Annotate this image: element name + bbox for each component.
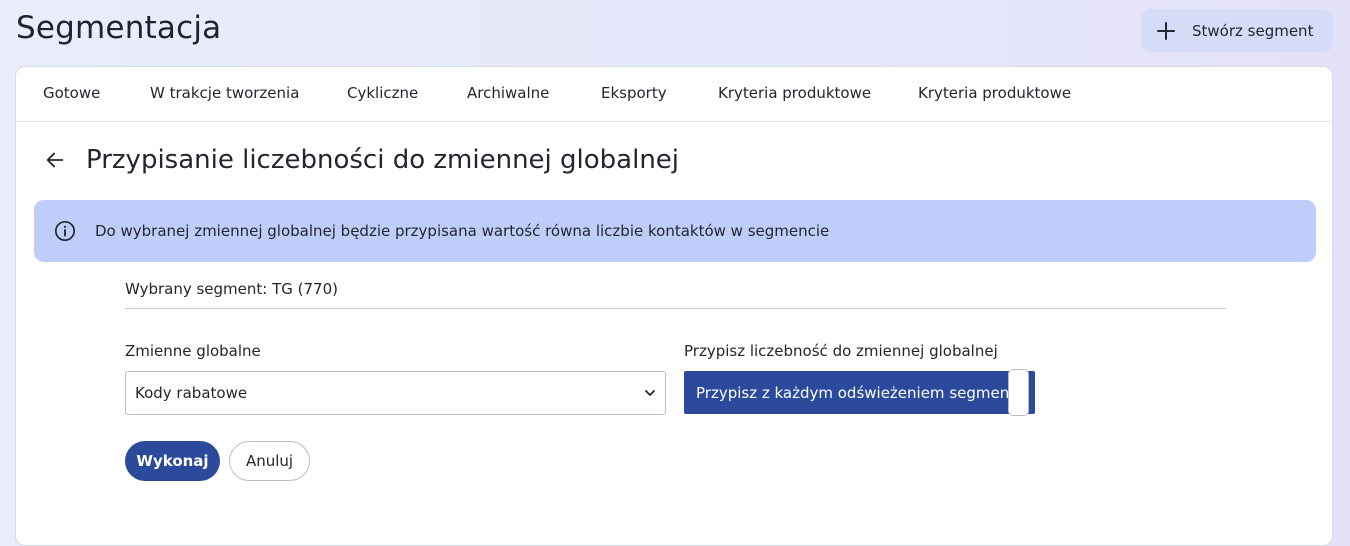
- assign-option-label: Przypisz z każdym odświeżeniem segmentu: [696, 383, 1025, 402]
- tab-kryteria-produktowe-1[interactable]: Kryteria produktowe: [718, 84, 871, 102]
- create-segment-label: Stwórz segment: [1192, 21, 1314, 40]
- tab-eksporty[interactable]: Eksporty: [601, 84, 667, 102]
- global-vars-value: Kody rabatowe: [135, 384, 248, 402]
- info-banner: Do wybranej zmiennej globalnej będzie pr…: [34, 200, 1316, 262]
- main-card: Gotowe W trakcje tworzenia Cykliczne Arc…: [15, 66, 1333, 546]
- info-text: Do wybranej zmiennej globalnej będzie pr…: [95, 222, 830, 240]
- assign-toggle-wrap: Przypisz z każdym odświeżeniem segmentu: [684, 369, 1044, 419]
- assign-label: Przypisz liczebność do zmiennej globalne…: [684, 342, 998, 360]
- tab-gotowe[interactable]: Gotowe: [43, 84, 100, 102]
- tab-kryteria-produktowe-2[interactable]: Kryteria produktowe: [918, 84, 1071, 102]
- toggle-knob[interactable]: [1008, 369, 1029, 416]
- tab-cykliczne[interactable]: Cykliczne: [347, 84, 418, 102]
- page-title: Segmentacja: [16, 10, 222, 46]
- tab-archiwalne[interactable]: Archiwalne: [467, 84, 549, 102]
- info-icon: [55, 221, 75, 241]
- divider: [125, 308, 1226, 309]
- section-header: Przypisanie liczebności do zmiennej glob…: [44, 145, 679, 175]
- assign-toggle[interactable]: Przypisz z każdym odświeżeniem segmentu: [684, 371, 1035, 414]
- selected-segment: Wybrany segment: TG (770): [125, 280, 338, 298]
- cancel-button[interactable]: Anuluj: [229, 441, 310, 481]
- execute-button[interactable]: Wykonaj: [125, 441, 220, 481]
- tab-w-trakcie-tworzenia[interactable]: W trakcje tworzenia: [150, 84, 299, 102]
- arrow-left-icon[interactable]: [44, 149, 66, 171]
- create-segment-button[interactable]: Stwórz segment: [1141, 9, 1333, 52]
- global-vars-label: Zmienne globalne: [125, 342, 261, 360]
- chevron-down-icon: [645, 390, 655, 396]
- global-vars-select[interactable]: Kody rabatowe: [125, 371, 666, 415]
- plus-icon: [1157, 21, 1175, 40]
- tab-bar: Gotowe W trakcje tworzenia Cykliczne Arc…: [16, 67, 1332, 122]
- section-title: Przypisanie liczebności do zmiennej glob…: [86, 145, 680, 175]
